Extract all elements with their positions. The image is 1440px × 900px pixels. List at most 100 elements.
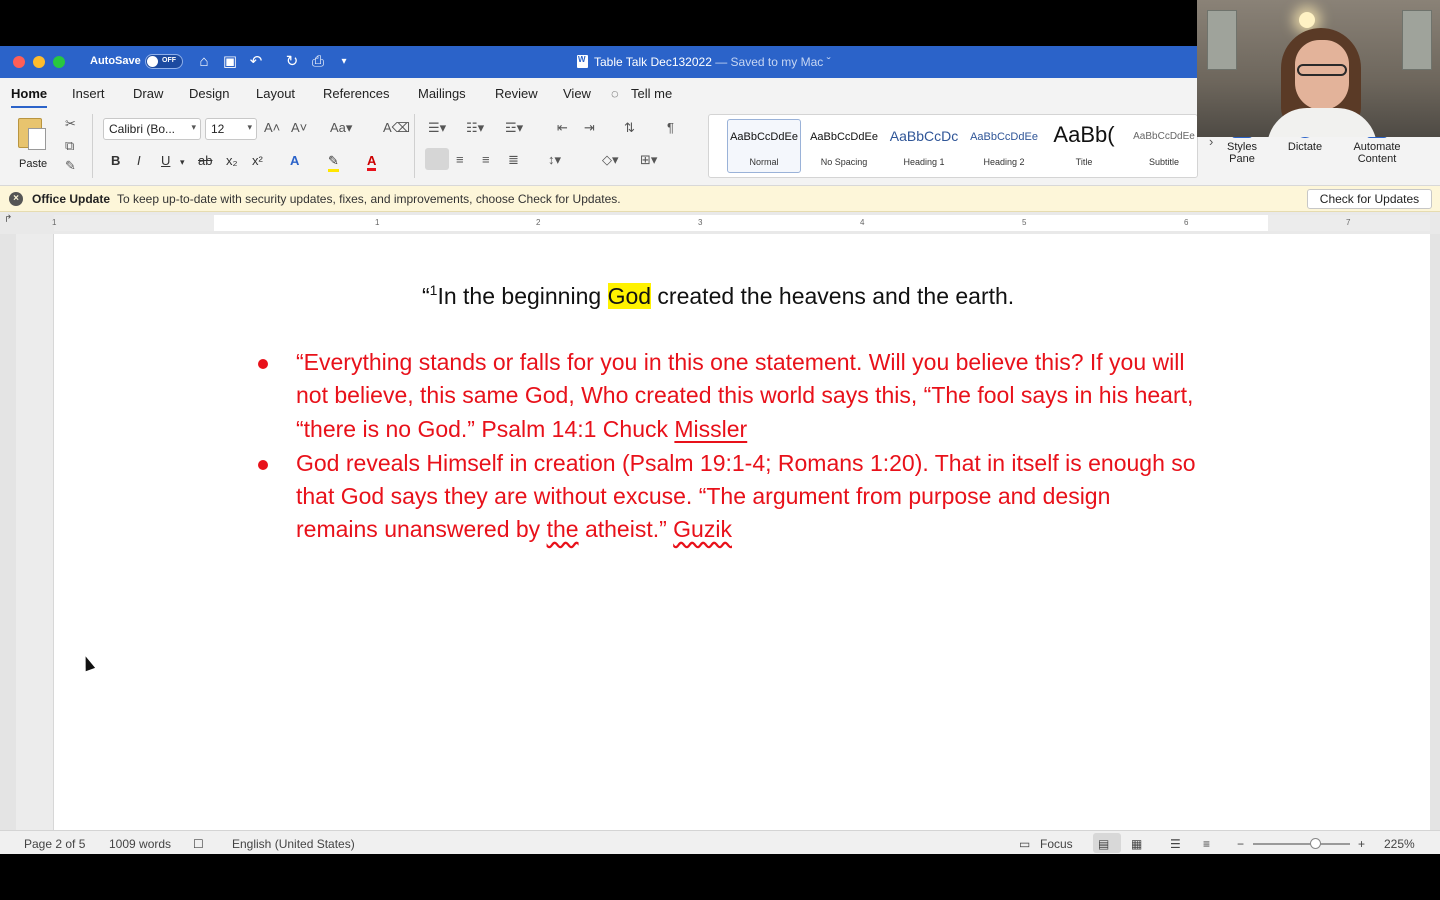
proofing-icon[interactable]: ☐	[193, 837, 204, 851]
zoom-window-button[interactable]	[53, 56, 65, 68]
customize-toolbar-icon[interactable]: ▾	[334, 52, 354, 72]
spelling-flag[interactable]: Missler	[674, 416, 747, 442]
style-heading-1[interactable]: AaBbCcDc Heading 1	[887, 119, 961, 173]
justify-icon[interactable]: ≣	[508, 152, 519, 168]
save-icon[interactable]: ▣	[220, 52, 240, 72]
align-center-icon[interactable]: ≡	[456, 152, 464, 167]
tab-design[interactable]: Design	[189, 86, 229, 101]
style-heading-2[interactable]: AaBbCcDdEe Heading 2	[967, 119, 1041, 173]
borders-icon[interactable]: ⊞▾	[640, 152, 657, 168]
style-no-spacing[interactable]: AaBbCcDdEe No Spacing	[807, 119, 881, 173]
tab-draw[interactable]: Draw	[133, 86, 163, 101]
home-icon[interactable]: ⌂	[194, 52, 214, 72]
toggle-knob	[147, 56, 158, 67]
bullets-icon[interactable]: ☰▾	[428, 120, 446, 136]
document-page[interactable]: “1In the beginning God created the heave…	[54, 234, 1430, 830]
tab-mailings[interactable]: Mailings	[418, 86, 466, 101]
language-status[interactable]: English (United States)	[232, 837, 355, 851]
autosave-toggle[interactable]: OFF	[145, 54, 183, 69]
zoom-in-icon[interactable]: +	[1358, 837, 1365, 851]
align-right-icon[interactable]: ≡	[482, 152, 490, 167]
spelling-flag[interactable]: Guzik	[673, 516, 732, 542]
font-size-select[interactable]: 12 ▾	[205, 118, 257, 140]
outline-view-icon[interactable]: ☰	[1170, 837, 1181, 851]
autosave-state: OFF	[162, 57, 176, 64]
font-color-icon[interactable]: A	[367, 153, 377, 171]
grow-font-icon[interactable]: A˄	[264, 120, 280, 135]
grammar-flag[interactable]: the	[547, 516, 579, 542]
update-message: To keep up-to-date with security updates…	[117, 192, 621, 206]
zoom-slider-knob[interactable]	[1310, 838, 1321, 849]
focus-icon[interactable]: ▭	[1019, 837, 1030, 851]
chevron-down-icon: ▾	[247, 122, 252, 132]
focus-label[interactable]: Focus	[1040, 837, 1073, 851]
bullet2-line2: that God says they are without excuse. “…	[296, 483, 1111, 509]
tab-view[interactable]: View	[563, 86, 591, 101]
chevron-down-icon[interactable]: ▾	[180, 157, 185, 168]
bullet2-line3-mid: atheist.”	[578, 516, 674, 542]
change-case-icon[interactable]: Aa▾	[330, 120, 352, 136]
zoom-out-icon[interactable]: −	[1237, 837, 1244, 851]
update-title: Office Update	[32, 192, 111, 206]
tab-home[interactable]: Home	[11, 86, 48, 109]
style-normal[interactable]: AaBbCcDdEe Normal	[727, 119, 801, 173]
undo-icon[interactable]: ↶	[246, 52, 266, 72]
multilevel-list-icon[interactable]: ☲▾	[505, 120, 523, 136]
bold-icon[interactable]: B	[111, 153, 120, 168]
increase-indent-icon[interactable]: ⇥	[584, 120, 595, 136]
word-count[interactable]: 1009 words	[109, 837, 171, 851]
close-icon[interactable]: ×	[9, 192, 23, 206]
web-layout-icon[interactable]: ▦	[1131, 837, 1142, 851]
page-count[interactable]: Page 2 of 5	[24, 837, 85, 851]
italic-icon[interactable]: I	[137, 153, 141, 168]
shading-icon[interactable]: ◇▾	[602, 152, 619, 168]
bullet2-line3-text: remains unanswered by	[296, 516, 547, 542]
show-formatting-icon[interactable]: ¶	[667, 120, 674, 135]
highlight-color-icon[interactable]: ✎	[328, 153, 339, 172]
cut-icon[interactable]: ✂	[65, 116, 76, 132]
autosave-label: AutoSave	[90, 55, 141, 67]
ruler-number: 1	[52, 218, 57, 227]
styles-pane-label-2: Pane	[1229, 153, 1255, 165]
font-name-select[interactable]: Calibri (Bo... ▾	[103, 118, 201, 140]
saved-status: — Saved to my Mac ˇ	[715, 55, 831, 69]
sort-icon[interactable]: ⇅	[624, 120, 635, 136]
style-title[interactable]: AaBb( Title	[1047, 119, 1121, 173]
decrease-indent-icon[interactable]: ⇤	[557, 120, 568, 136]
tab-references[interactable]: References	[323, 86, 389, 101]
left-margin	[54, 215, 214, 231]
style-name: Title	[1075, 157, 1093, 167]
subscript-icon[interactable]: x₂	[226, 153, 238, 168]
paste-sheet-icon	[28, 128, 46, 150]
zoom-slider[interactable]	[1253, 843, 1350, 845]
format-painter-icon[interactable]: ✎	[65, 158, 76, 174]
strikethrough-icon[interactable]: ab	[198, 153, 212, 168]
redo-icon[interactable]: ↻	[282, 52, 302, 72]
print-layout-icon[interactable]: ▤	[1098, 837, 1109, 851]
tab-tell-me[interactable]: Tell me	[631, 86, 672, 101]
tab-stop-icon[interactable]: ↱	[4, 214, 12, 225]
draft-view-icon[interactable]: ≡	[1203, 837, 1210, 851]
ruler: ↱ 1 1 2 3 4 5 6 7	[0, 212, 1440, 234]
paste-button[interactable]: Paste	[14, 116, 54, 172]
tab-review[interactable]: Review	[495, 86, 538, 101]
style-subtitle[interactable]: AaBbCcDdEe Subtitle	[1127, 119, 1201, 173]
tab-insert[interactable]: Insert	[72, 86, 105, 101]
copy-icon[interactable]: ⧉	[65, 138, 74, 154]
text-effects-icon[interactable]: A	[290, 153, 299, 168]
tab-layout[interactable]: Layout	[256, 86, 295, 101]
minimize-window-button[interactable]	[33, 56, 45, 68]
bullet-dot	[258, 460, 268, 470]
ruler-number: 6	[1184, 218, 1189, 227]
underline-icon[interactable]: U	[161, 153, 170, 168]
print-icon[interactable]: ⎙	[308, 52, 328, 72]
bullet1-line2: not believe, this same God, Who created …	[296, 382, 1194, 408]
zoom-level[interactable]: 225%	[1384, 837, 1415, 851]
numbering-icon[interactable]: ☷▾	[466, 120, 484, 136]
superscript-icon[interactable]: x²	[252, 153, 263, 168]
check-for-updates-button[interactable]: Check for Updates	[1307, 189, 1432, 209]
shrink-font-icon[interactable]: A˅	[291, 120, 307, 135]
clear-formatting-icon[interactable]: A⌫	[383, 120, 410, 136]
close-window-button[interactable]	[13, 56, 25, 68]
line-spacing-icon[interactable]: ↕▾	[548, 152, 561, 168]
